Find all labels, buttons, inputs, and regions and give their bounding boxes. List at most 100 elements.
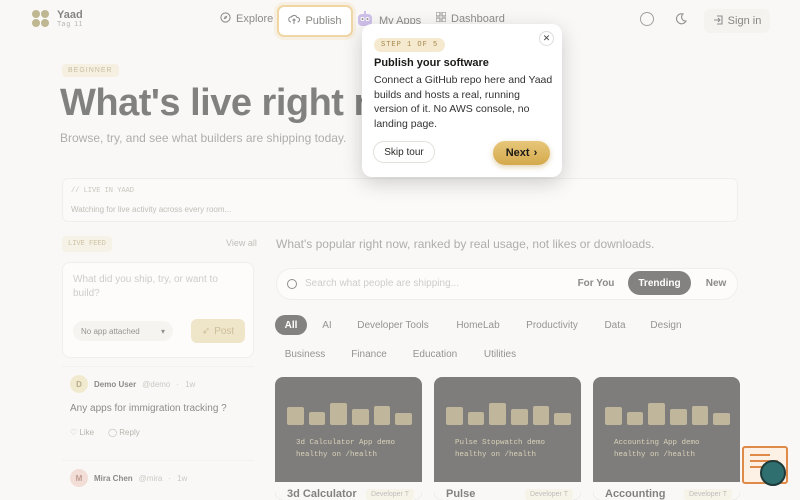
preview-bar (330, 403, 348, 425)
post-separator: · (168, 473, 172, 483)
help-widget-icon[interactable] (740, 444, 792, 490)
app-preview-bars (446, 401, 572, 425)
logo-icon (32, 10, 49, 27)
post-handle: @mira (138, 473, 163, 483)
heart-icon: ♡ (70, 428, 78, 437)
preview-bar (395, 413, 413, 425)
preview-bar (691, 405, 709, 425)
preview-bar (467, 411, 485, 425)
app-name: Accounting (605, 488, 666, 500)
login-icon (713, 14, 723, 28)
preview-bar (489, 403, 507, 425)
app-category-tag: Developer T (683, 489, 732, 500)
tab-for-you[interactable]: For You (567, 271, 625, 295)
app-card[interactable]: 3d Calculator App demo healthy on /health… (275, 377, 422, 500)
avatar[interactable]: M (70, 469, 88, 487)
category-chip[interactable]: AI (315, 315, 339, 335)
brand-logo[interactable]: Yaad Tag 11 (32, 9, 84, 28)
tab-trending[interactable]: Trending (628, 271, 691, 295)
post-author[interactable]: Demo User (94, 380, 136, 389)
app-preview-line: Pulse Stopwatch demo (455, 439, 546, 447)
post-time: 1w (185, 379, 196, 389)
post-time: 1w (177, 473, 188, 483)
post-composer: What did you ship, try, or want to build… (62, 262, 254, 358)
app-preview-line: Accounting App demo (614, 439, 700, 447)
category-chip[interactable]: HomeLab (448, 315, 508, 335)
tour-title: Publish your software (374, 57, 489, 69)
reply-button[interactable]: ◯ Reply (108, 428, 140, 437)
app-category-tag: Developer T (524, 489, 573, 500)
category-chip[interactable]: Design (644, 315, 688, 335)
tour-body: Connect a GitHub repo here and Yaad buil… (374, 74, 553, 130)
attach-app-label: No app attached (81, 326, 140, 336)
live-activity-label: // LIVE IN YAAD (71, 187, 135, 195)
close-icon[interactable]: ✕ (539, 31, 554, 46)
comment-icon: ◯ (108, 428, 118, 437)
preview-bar (670, 409, 687, 425)
brand-subtitle: Tag 11 (57, 21, 84, 28)
nav-explore[interactable]: Explore (220, 12, 273, 26)
preview-bar (287, 407, 304, 425)
app-preview-status: healthy on /health (614, 451, 696, 459)
chevron-right-icon: › (533, 147, 538, 159)
app-preview-status: healthy on /health (455, 451, 537, 459)
nav-dashboard-label: Dashboard (451, 12, 505, 25)
globe-icon (760, 460, 786, 486)
discover-subtitle: What's popular right now, ranked by real… (276, 237, 655, 251)
attach-app-select[interactable]: No app attached ▾ (73, 321, 173, 341)
search-icon (287, 279, 297, 289)
app-card[interactable]: Pulse Stopwatch demo healthy on /health P… (434, 377, 581, 500)
live-activity-text: Watching for live activity across every … (71, 205, 232, 214)
post-handle: @demo (142, 379, 171, 389)
tour-popover: STEP 1 OF 5 ✕ Publish your software Conn… (362, 24, 562, 177)
skip-tour-button[interactable]: Skip tour (373, 141, 435, 163)
tab-new[interactable]: New (696, 271, 736, 295)
brand-name: Yaad (57, 9, 83, 21)
page-title: What's live right now (60, 82, 380, 124)
feed-post: D Demo User @demo · 1w Any apps for immi… (62, 366, 254, 458)
preview-bar (626, 411, 644, 425)
category-chip[interactable]: Productivity (518, 315, 586, 335)
like-label: Like (79, 428, 95, 437)
post-button[interactable]: ➶ Post (191, 319, 245, 343)
app-preview-line: 3d Calculator App demo (296, 439, 396, 447)
category-chip[interactable]: Developer Tools (348, 315, 438, 335)
nav-publish[interactable]: Publish (277, 5, 353, 37)
like-button[interactable]: ♡ Like (70, 428, 94, 437)
category-chip[interactable]: All (275, 315, 307, 335)
preview-bar (373, 405, 391, 425)
app-card[interactable]: Accounting App demo healthy on /health Ac… (593, 377, 740, 500)
next-label: Next (505, 147, 530, 159)
post-body: Any apps for immigration tracking ? (70, 403, 227, 414)
preview-bar (713, 413, 731, 425)
live-activity-panel: // LIVE IN YAAD Watching for live activi… (62, 178, 738, 222)
preview-bar (352, 409, 369, 425)
preview-bar (446, 407, 463, 425)
moon-icon[interactable] (675, 13, 687, 25)
tour-step-badge: STEP 1 OF 5 (374, 38, 446, 52)
app-name: 3d Calculator (287, 488, 357, 500)
live-feed-badge: LIVE FEED (62, 236, 112, 252)
send-icon: ➶ (201, 325, 211, 337)
post-author[interactable]: Mira Chen (94, 474, 133, 483)
category-chip[interactable]: Education (406, 344, 464, 364)
category-chip[interactable]: Utilities (474, 344, 526, 364)
category-chip[interactable]: Finance (342, 344, 396, 364)
sign-in-button[interactable]: Sign in (704, 9, 770, 33)
feed-post: M Mira Chen @mira · 1w (62, 460, 254, 500)
app-preview-status: healthy on /health (296, 451, 378, 459)
app-preview-bars (605, 401, 731, 425)
composer-input[interactable]: What did you ship, try, or want to build… (73, 273, 243, 301)
clock-icon[interactable] (640, 12, 654, 26)
next-button[interactable]: Next › (493, 141, 550, 165)
view-all-link[interactable]: View all (226, 238, 257, 248)
compass-icon (220, 12, 231, 26)
app-category-tag: Developer T (365, 489, 414, 500)
category-chip[interactable]: Business (278, 344, 332, 364)
nav-explore-label: Explore (236, 13, 274, 25)
category-chip[interactable]: Data (596, 315, 634, 335)
preview-bar (648, 403, 666, 425)
chevron-down-icon: ▾ (160, 326, 165, 336)
avatar[interactable]: D (70, 375, 88, 393)
app-preview-bars (287, 401, 413, 425)
